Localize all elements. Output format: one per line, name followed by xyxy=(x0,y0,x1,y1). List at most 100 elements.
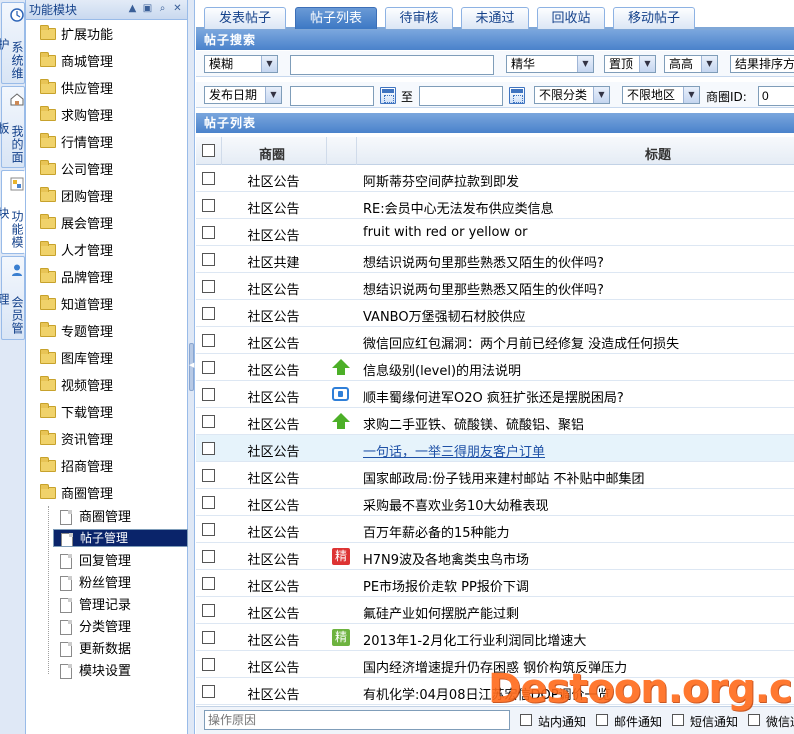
tree-folder[interactable]: 商圈管理 xyxy=(40,484,113,506)
row-checkbox[interactable] xyxy=(202,469,215,482)
row-checkbox[interactable] xyxy=(202,496,215,509)
tree-folder[interactable]: 招商管理 xyxy=(40,457,113,479)
table-row[interactable]: 社区公告 信息级别(level)的用法说明 xyxy=(196,354,794,381)
table-row[interactable]: 社区公告 百万年薪必备的15种能力 xyxy=(196,516,794,543)
table-row[interactable]: 社区公告 求购二手亚铁、硫酸镁、硫酸铝、聚铝 xyxy=(196,408,794,435)
row-checkbox[interactable] xyxy=(202,604,215,617)
row-title-link[interactable]: 2013年1-2月化工行业利润同比增速大 xyxy=(363,630,586,649)
row-checkbox[interactable] xyxy=(202,226,215,239)
tree-folder[interactable]: 团购管理 xyxy=(40,187,113,209)
tree-folder[interactable]: 展会管理 xyxy=(40,214,113,236)
table-row[interactable]: 社区公告 阿斯蒂芬空间萨拉款到即发 xyxy=(196,165,794,192)
notify-wechat-checkbox[interactable] xyxy=(748,714,760,726)
row-checkbox[interactable] xyxy=(202,415,215,428)
table-row[interactable]: 社区公告 想结识说两句里那些熟悉又陌生的伙伴吗? xyxy=(196,273,794,300)
vtab-my-panel[interactable]: 我的面板 xyxy=(0,86,25,168)
tab-post-new[interactable]: 发表帖子 xyxy=(204,7,286,29)
table-row[interactable]: 社区公告 精 2013年1-2月化工行业利润同比增速大 xyxy=(196,624,794,651)
tree-folder[interactable]: 行情管理 xyxy=(40,133,113,155)
reason-input[interactable] xyxy=(204,710,510,730)
order-select[interactable]: 结果排序方式 xyxy=(730,55,794,73)
pin-icon[interactable]: ▲ xyxy=(127,3,138,14)
sort-select[interactable]: 高高 ▼ xyxy=(664,55,718,73)
club-id-input[interactable] xyxy=(758,86,794,106)
row-checkbox[interactable] xyxy=(202,307,215,320)
tab-post-list[interactable]: 帖子列表 xyxy=(295,7,377,29)
to-date-input[interactable] xyxy=(419,86,503,106)
row-title-link[interactable]: fruit with red or yellow or xyxy=(363,225,528,240)
tree-folder[interactable]: 商城管理 xyxy=(40,52,113,74)
tree-leaf[interactable]: 帖子管理 xyxy=(53,529,188,547)
date-field-select[interactable]: 发布日期 ▼ xyxy=(204,86,282,104)
row-title-link[interactable]: 信息级别(level)的用法说明 xyxy=(363,360,521,379)
row-checkbox[interactable] xyxy=(202,550,215,563)
row-checkbox[interactable] xyxy=(202,199,215,212)
calendar-icon[interactable] xyxy=(380,87,396,104)
tab-pending[interactable]: 待审核 xyxy=(385,7,453,29)
table-row[interactable]: 社区公告 fruit with red or yellow or xyxy=(196,219,794,246)
category-select[interactable]: 不限分类 ▼ xyxy=(534,86,610,104)
table-row[interactable]: 社区公告 氟硅产业如何摆脱产能过剩 xyxy=(196,597,794,624)
tab-recycle[interactable]: 回收站 xyxy=(537,7,605,29)
table-row[interactable]: 社区公告 国家邮政局:份子钱用来建村邮站 不补贴中邮集团 xyxy=(196,462,794,489)
row-title-link[interactable]: 微信回应红包漏洞：两个月前已经修复 没造成任何损失 xyxy=(363,333,679,352)
tree-folder[interactable]: 图库管理 xyxy=(40,349,113,371)
row-title-link[interactable]: 百万年薪必备的15种能力 xyxy=(363,522,510,541)
keyword-input[interactable] xyxy=(290,55,494,75)
close-icon[interactable]: ✕ xyxy=(172,3,183,14)
row-title-link[interactable]: 求购二手亚铁、硫酸镁、硫酸铝、聚铝 xyxy=(363,414,584,433)
restore-icon[interactable]: ▣ xyxy=(142,3,153,14)
notify-sms-checkbox[interactable] xyxy=(672,714,684,726)
notify-site-checkbox[interactable] xyxy=(520,714,532,726)
row-checkbox[interactable] xyxy=(202,388,215,401)
tree-folder[interactable]: 品牌管理 xyxy=(40,268,113,290)
row-checkbox[interactable] xyxy=(202,442,215,455)
level-select[interactable]: 精华 ▼ xyxy=(506,55,594,73)
calendar-icon[interactable] xyxy=(509,87,525,104)
table-row[interactable]: 社区公告 微信回应红包漏洞：两个月前已经修复 没造成任何损失 xyxy=(196,327,794,354)
vtab-modules[interactable]: 功能模块 xyxy=(0,170,25,254)
top-select[interactable]: 置顶 ▼ xyxy=(604,55,656,73)
row-title-link[interactable]: 采购最不喜欢业务10大幼稚表现 xyxy=(363,495,549,514)
row-title-link[interactable]: RE:会员中心无法发布供应类信息 xyxy=(363,198,554,217)
row-title-link[interactable]: H7N9波及各地禽类虫鸟市场 xyxy=(363,549,529,568)
notify-email-checkbox[interactable] xyxy=(596,714,608,726)
row-checkbox[interactable] xyxy=(202,685,215,698)
table-row[interactable]: 社区公告 PE市场报价走软 PP报价下调 xyxy=(196,570,794,597)
tree-folder[interactable]: 资讯管理 xyxy=(40,430,113,452)
tree-folder[interactable]: 视频管理 xyxy=(40,376,113,398)
table-row[interactable]: 社区公告 VANBO万堡强韧石材胶供应 xyxy=(196,300,794,327)
table-row[interactable]: 社区共建 想结识说两句里那些熟悉又陌生的伙伴吗? xyxy=(196,246,794,273)
row-checkbox[interactable] xyxy=(202,658,215,671)
search-icon[interactable]: ⌕ xyxy=(157,3,168,14)
row-title-link[interactable]: 顺丰蜀缘何进军O2O 疯狂扩张还是摆脱困局? xyxy=(363,387,624,406)
row-checkbox[interactable] xyxy=(202,631,215,644)
row-checkbox[interactable] xyxy=(202,523,215,536)
row-checkbox[interactable] xyxy=(202,577,215,590)
row-checkbox[interactable] xyxy=(202,334,215,347)
row-title-link[interactable]: 阿斯蒂芬空间萨拉款到即发 xyxy=(363,171,519,190)
table-row[interactable]: 社区公告 精 H7N9波及各地禽类虫鸟市场 xyxy=(196,543,794,570)
table-row[interactable]: 社区公告 一句话，一举三得朋友客户订单 xyxy=(196,435,794,462)
row-checkbox[interactable] xyxy=(202,280,215,293)
select-all-checkbox[interactable] xyxy=(202,144,215,157)
table-row[interactable]: 社区公告 RE:会员中心无法发布供应类信息 xyxy=(196,192,794,219)
tree-folder[interactable]: 下载管理 xyxy=(40,403,113,425)
row-checkbox[interactable] xyxy=(202,361,215,374)
tree-folder[interactable]: 专题管理 xyxy=(40,322,113,344)
row-checkbox[interactable] xyxy=(202,172,215,185)
tree-folder[interactable]: 公司管理 xyxy=(40,160,113,182)
from-date-input[interactable] xyxy=(290,86,374,106)
row-title-link[interactable]: 氟硅产业如何摆脱产能过剩 xyxy=(363,603,519,622)
row-title-link[interactable]: 想结识说两句里那些熟悉又陌生的伙伴吗? xyxy=(363,252,604,271)
tab-move[interactable]: 移动帖子 xyxy=(613,7,695,29)
collapse-handle[interactable] xyxy=(189,343,194,391)
row-title-link[interactable]: 想结识说两句里那些熟悉又陌生的伙伴吗? xyxy=(363,279,604,298)
tree-folder[interactable]: 扩展功能 xyxy=(40,25,113,47)
match-select[interactable]: 模糊 ▼ xyxy=(204,55,278,73)
table-row[interactable]: 社区公告 采购最不喜欢业务10大幼稚表现 xyxy=(196,489,794,516)
row-title-link[interactable]: VANBO万堡强韧石材胶供应 xyxy=(363,306,526,325)
tree-folder[interactable]: 人才管理 xyxy=(40,241,113,263)
area-select[interactable]: 不限地区 ▼ xyxy=(622,86,700,104)
vtab-system[interactable]: 系统维护 xyxy=(0,2,25,84)
